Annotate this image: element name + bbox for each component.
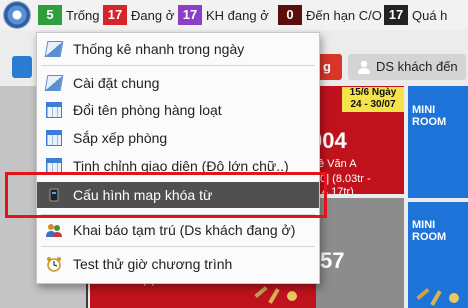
room-type-label: MINI ROOM xyxy=(412,104,447,128)
status-count: 5 xyxy=(38,5,62,25)
menu-item-label: Cài đặt chung xyxy=(73,75,160,91)
cleaning-tools-icon xyxy=(254,285,297,304)
alarm-clock-icon xyxy=(47,257,61,272)
status-count: 17 xyxy=(384,5,408,25)
status-chip-overdue[interactable]: 17 Quá h xyxy=(384,4,447,26)
booking-date-badge: 15/6 Ngày 24 - 30/07 xyxy=(342,87,404,112)
menu-item-temp-residence-declaration[interactable]: Khai báo tạm trú (Ds khách đang ở) xyxy=(37,217,319,243)
date-badge-line: 24 - 30/07 xyxy=(350,99,396,110)
status-chip-due-checkout[interactable]: 0 Đến hạn C/O xyxy=(278,4,382,26)
view-toggle-button[interactable] xyxy=(12,56,32,78)
status-bar: 5 Trống 17 Đang ở 17 KH đang ở 0 Đến hạn… xyxy=(0,0,468,30)
menu-item-label: Đổi tên phòng hàng loạt xyxy=(73,102,222,118)
room-number: 004 xyxy=(316,128,347,153)
status-label: Trống xyxy=(66,7,100,23)
status-chip-empty[interactable]: 5 Trống xyxy=(38,4,99,26)
table-icon xyxy=(46,130,62,146)
room-number: 57 xyxy=(320,248,345,273)
menu-item-quick-stats[interactable]: Thống kê nhanh trong ngày xyxy=(37,36,319,62)
status-count: 17 xyxy=(178,5,202,25)
status-chip-occupied[interactable]: 17 Đang ở xyxy=(103,4,174,26)
menu-separator xyxy=(41,65,315,66)
status-count: 0 xyxy=(278,5,302,25)
chart-icon xyxy=(44,41,64,57)
users-icon xyxy=(46,224,62,237)
menu-item-bulk-rename-rooms[interactable]: Đổi tên phòng hàng loạt xyxy=(37,97,319,123)
settings-gear-icon[interactable] xyxy=(4,2,30,28)
room-tile-mini[interactable]: MINI ROOM xyxy=(408,86,468,198)
menu-item-label: Thống kê nhanh trong ngày xyxy=(73,41,245,57)
guest-list-label: DS khách đến xyxy=(376,59,458,74)
date-badge-line: 15/6 Ngày xyxy=(349,87,397,98)
annotation-highlight-box xyxy=(5,172,327,218)
menu-item-label: Sắp xếp phòng xyxy=(73,130,168,146)
menu-item-arrange-rooms[interactable]: Sắp xếp phòng xyxy=(37,125,319,151)
room-tile-vacant[interactable]: 57 xyxy=(316,198,404,308)
guest-name: ê Văn A xyxy=(318,158,357,170)
settings-dropdown-menu: Thống kê nhanh trong ngày Cài đặt chung … xyxy=(36,32,320,284)
status-label: Đến hạn C/O xyxy=(306,7,382,23)
status-label: KH đang ở xyxy=(206,7,269,23)
menu-separator xyxy=(41,246,315,247)
status-chip-guests-staying[interactable]: 17 KH đang ở xyxy=(178,4,269,26)
guest-list-button[interactable]: DS khách đến xyxy=(348,54,466,80)
room-type-label: MINI ROOM xyxy=(412,219,447,243)
cleaning-tools-icon xyxy=(416,287,459,306)
settings-icon xyxy=(44,75,64,91)
user-icon xyxy=(358,60,370,74)
menu-item-general-settings[interactable]: Cài đặt chung xyxy=(37,70,319,96)
menu-item-label: Khai báo tạm trú (Ds khách đang ở) xyxy=(73,222,296,238)
status-count: 17 xyxy=(103,5,127,25)
table-icon xyxy=(46,102,62,118)
status-label: Quá h xyxy=(412,7,448,23)
menu-item-test-program-time[interactable]: Test thử giờ chương trình xyxy=(37,251,319,277)
status-label: Đang ở xyxy=(131,7,175,23)
menu-item-label: Test thử giờ chương trình xyxy=(73,256,233,272)
